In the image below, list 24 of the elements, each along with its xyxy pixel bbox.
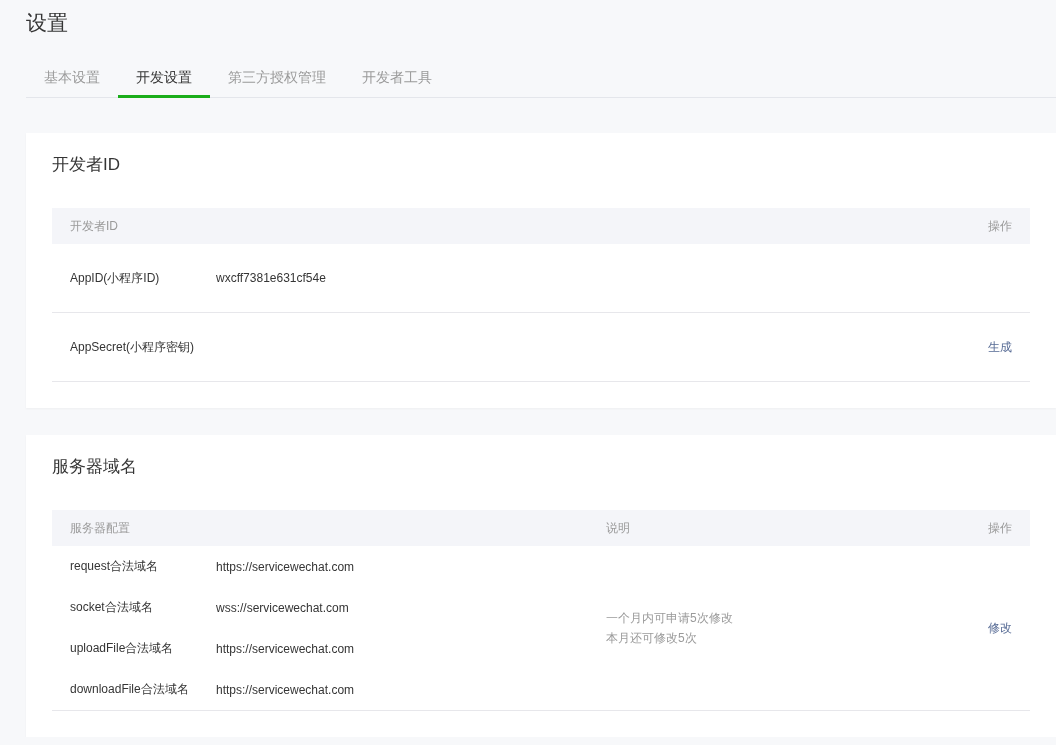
- field-label: request合法域名: [70, 558, 160, 575]
- field-value: wss://servicewechat.com: [216, 600, 349, 615]
- field-label: uploadFile合法域名: [70, 640, 175, 657]
- note-text: 本月还可修改5次: [606, 630, 697, 647]
- generate-link[interactable]: 生成: [988, 338, 1012, 356]
- edit-link[interactable]: 修改: [988, 619, 1012, 637]
- field-value: wxcff7381e631cf54e: [216, 271, 326, 285]
- section-title: 服务器域名: [52, 456, 137, 478]
- column-header: 操作: [988, 519, 1012, 537]
- column-header: 服务器配置: [70, 519, 131, 537]
- field-value: https://servicewechat.com: [216, 641, 355, 656]
- field-label: AppID(小程序ID): [70, 269, 161, 287]
- field-label: socket合法域名: [70, 599, 154, 616]
- field-label: AppSecret(小程序密钥): [70, 338, 196, 356]
- field-value: https://servicewechat.com: [216, 559, 355, 574]
- tab[interactable]: 开发设置: [118, 59, 210, 98]
- field-value: https://servicewechat.com: [216, 682, 355, 697]
- section-title: 开发者ID: [52, 154, 120, 176]
- note-text: 一个月内可申请5次修改: [606, 610, 733, 627]
- page-title: 设置: [26, 10, 68, 36]
- column-header: 说明: [606, 519, 631, 537]
- column-header: 开发者ID: [70, 217, 118, 235]
- field-label: downloadFile合法域名: [70, 681, 190, 698]
- column-header: 操作: [988, 217, 1012, 235]
